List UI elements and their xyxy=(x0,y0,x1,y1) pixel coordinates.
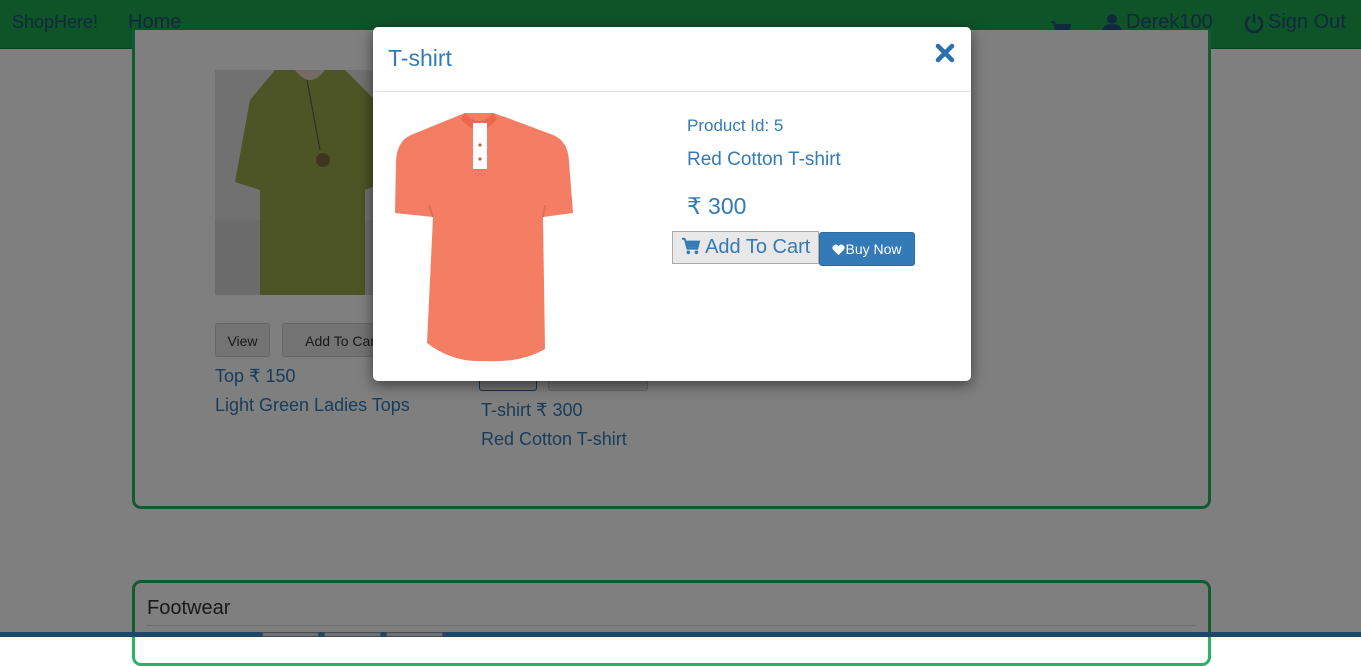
product-price: ₹ 300 xyxy=(687,193,747,219)
add-to-cart-button[interactable]: Add To Cart xyxy=(672,231,819,264)
modal-title: T-shirt xyxy=(388,45,452,71)
close-icon xyxy=(935,43,955,63)
product-image xyxy=(393,105,578,365)
modal-header: T-shirt xyxy=(373,27,971,92)
product-id: Product Id: 5 xyxy=(687,116,784,135)
buy-now-label: Buy Now xyxy=(845,241,902,257)
t-shirt-image xyxy=(395,113,573,362)
product-modal: T-shirt Product Id: 5 Red Cotton T-shirt… xyxy=(373,27,971,381)
product-name: Red Cotton T-shirt xyxy=(687,149,841,170)
buy-now-button[interactable]: Buy Now xyxy=(819,232,915,266)
close-button[interactable] xyxy=(934,42,956,64)
cart-icon xyxy=(681,237,700,255)
add-to-cart-label: Add To Cart xyxy=(705,236,811,258)
heart-icon xyxy=(832,244,846,256)
